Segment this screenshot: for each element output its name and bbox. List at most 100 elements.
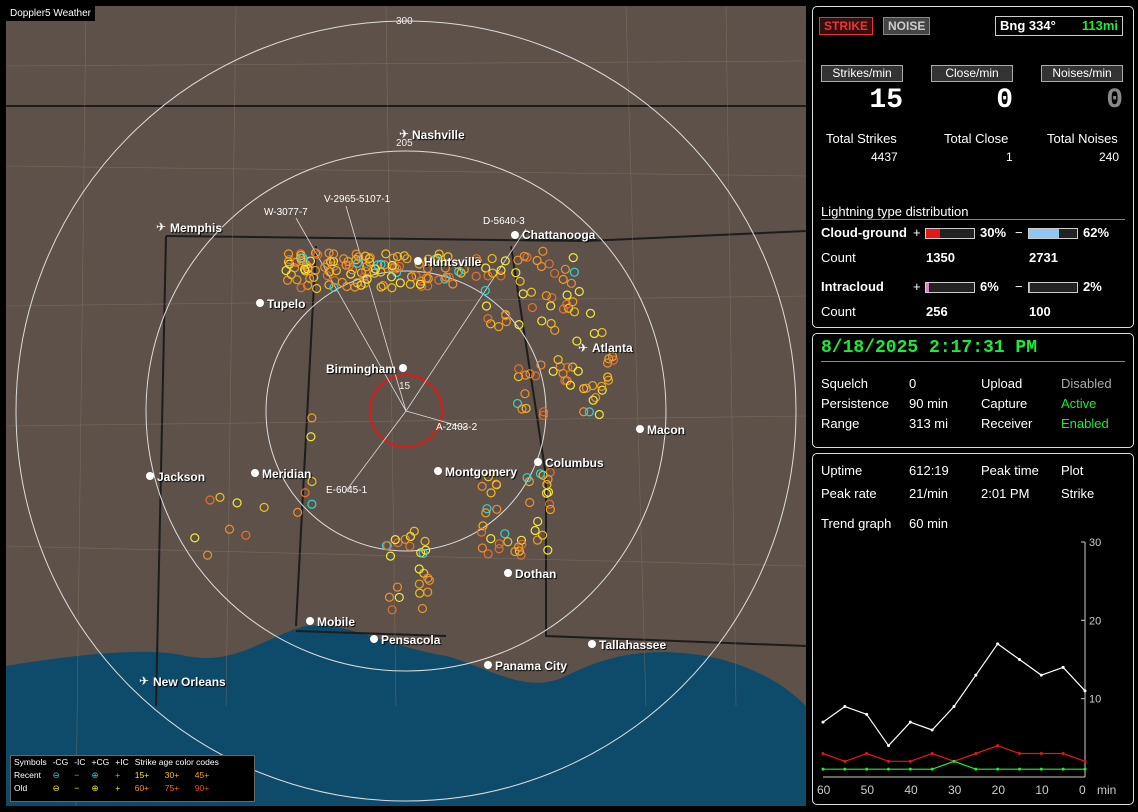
lightning-map[interactable]: Doppler5 Weather 300 205 15 ✈ Nashville … (6, 6, 806, 806)
x-tick-label: 50 (861, 783, 875, 797)
strike-marker (558, 274, 568, 284)
strike-marker (376, 282, 386, 292)
trend-point (930, 728, 934, 732)
plot-value[interactable]: Strike (1061, 486, 1094, 501)
strike-marker (491, 479, 501, 489)
strike-marker (526, 287, 537, 297)
strike-marker (307, 413, 317, 423)
ic-minus-count: 100 (1029, 304, 1051, 319)
strike-marker (306, 432, 316, 442)
strike-marker (202, 550, 213, 560)
trend-point (1061, 767, 1065, 771)
strike-marker (387, 605, 397, 615)
strike-marker (282, 275, 293, 285)
trend-graph-value: 60 min (909, 516, 949, 531)
strike-marker (394, 592, 404, 603)
plane-icon: ✈ (399, 127, 410, 141)
city-dot-icon (636, 425, 644, 433)
strike-marker (492, 504, 502, 514)
strike-marker (520, 389, 530, 399)
legend-age: 30+ (164, 770, 180, 780)
trend-point (1018, 658, 1021, 661)
strike-marker (500, 529, 510, 539)
strike-marker (546, 318, 556, 329)
strike-marker (224, 524, 235, 534)
strike-marker (487, 253, 497, 264)
city-meridian: Meridian (262, 467, 312, 481)
strike-marker (486, 534, 496, 544)
strike-marker (481, 263, 491, 273)
city-pensacola: Pensacola (381, 633, 441, 647)
minus-ic-icon: − (74, 770, 80, 780)
city-new-orleans: New Orleans (153, 675, 226, 689)
trend-point (974, 673, 978, 677)
minus-sign: − (1015, 279, 1023, 294)
trend-point (821, 752, 825, 755)
noise-button[interactable]: NOISE (883, 17, 931, 35)
trend-point (974, 767, 978, 771)
ic-minus-pct: 2% (1083, 279, 1102, 294)
strike-marker (514, 364, 524, 374)
trend-point (843, 767, 847, 771)
legend-age: 75+ (164, 783, 180, 793)
strike-marker (481, 301, 492, 311)
city-dot-icon (256, 299, 264, 307)
dist-title: Lightning type distribution (821, 204, 969, 219)
bearing-value: Bng 334° (1000, 18, 1056, 33)
trend-point (1018, 767, 1021, 771)
receiver-label: Receiver (981, 416, 1033, 431)
strike-marker (387, 283, 397, 293)
strike-marker (553, 355, 563, 365)
city-macon: Macon (647, 423, 686, 437)
x-tick-label: 40 (904, 783, 918, 797)
plus-ic-icon: + (115, 783, 121, 793)
minus-sign: − (1015, 225, 1023, 240)
legend-age: 90+ (194, 783, 210, 793)
strike-marker (205, 495, 215, 505)
trend-point (1083, 767, 1087, 771)
city-panama-city: Panama City (495, 659, 568, 673)
y-tick-label: 10 (1089, 694, 1101, 706)
strike-marker (477, 543, 487, 553)
strike-marker (535, 469, 546, 479)
peak-time-label: Peak time (981, 463, 1039, 478)
strike-marker (494, 539, 504, 549)
city-atlanta: Atlanta (592, 341, 633, 355)
strike-marker (417, 603, 428, 614)
count-label: Count (821, 250, 856, 265)
strike-marker (414, 579, 424, 589)
strike-marker (259, 502, 269, 512)
trend-series-line (822, 745, 1086, 762)
capture-label: Capture (981, 396, 1028, 411)
strike-button[interactable]: STRIKE (819, 17, 874, 35)
strike-marker (423, 587, 433, 597)
ring-label-outer: 300 (396, 16, 413, 27)
ic-plus-count: 256 (926, 304, 948, 319)
ic-plus-bar (925, 282, 975, 293)
strike-marker (560, 264, 570, 274)
trend-point (1061, 752, 1065, 755)
trend-point (908, 767, 912, 771)
strike-marker (471, 271, 481, 281)
legend-symbols-label: Symbols (14, 757, 47, 767)
map-canvas (6, 6, 806, 806)
ic-label: Intracloud (821, 279, 884, 294)
total-strikes-value: 4437 (871, 150, 898, 164)
upload-value: Disabled (1061, 376, 1112, 391)
trend-point (1039, 752, 1043, 755)
trend-point (908, 720, 912, 724)
ring-label-inner: 15 (399, 381, 411, 392)
city-dot-icon (484, 661, 492, 669)
strike-marker (512, 398, 523, 409)
city-memphis: Memphis (170, 221, 223, 235)
vector-label: E-6045-1 (326, 485, 368, 496)
strike-marker (562, 290, 572, 300)
x-unit-label: min (1097, 783, 1116, 797)
legend-age-label: Strike age color codes (134, 757, 219, 767)
y-tick-label: 30 (1089, 537, 1101, 549)
cg-plus-bar (925, 228, 975, 239)
strike-marker (527, 302, 537, 313)
ic-plus-pct: 6% (980, 279, 999, 294)
plus-cg-icon: ⊕ (91, 770, 99, 780)
range-label: Range (821, 416, 860, 431)
